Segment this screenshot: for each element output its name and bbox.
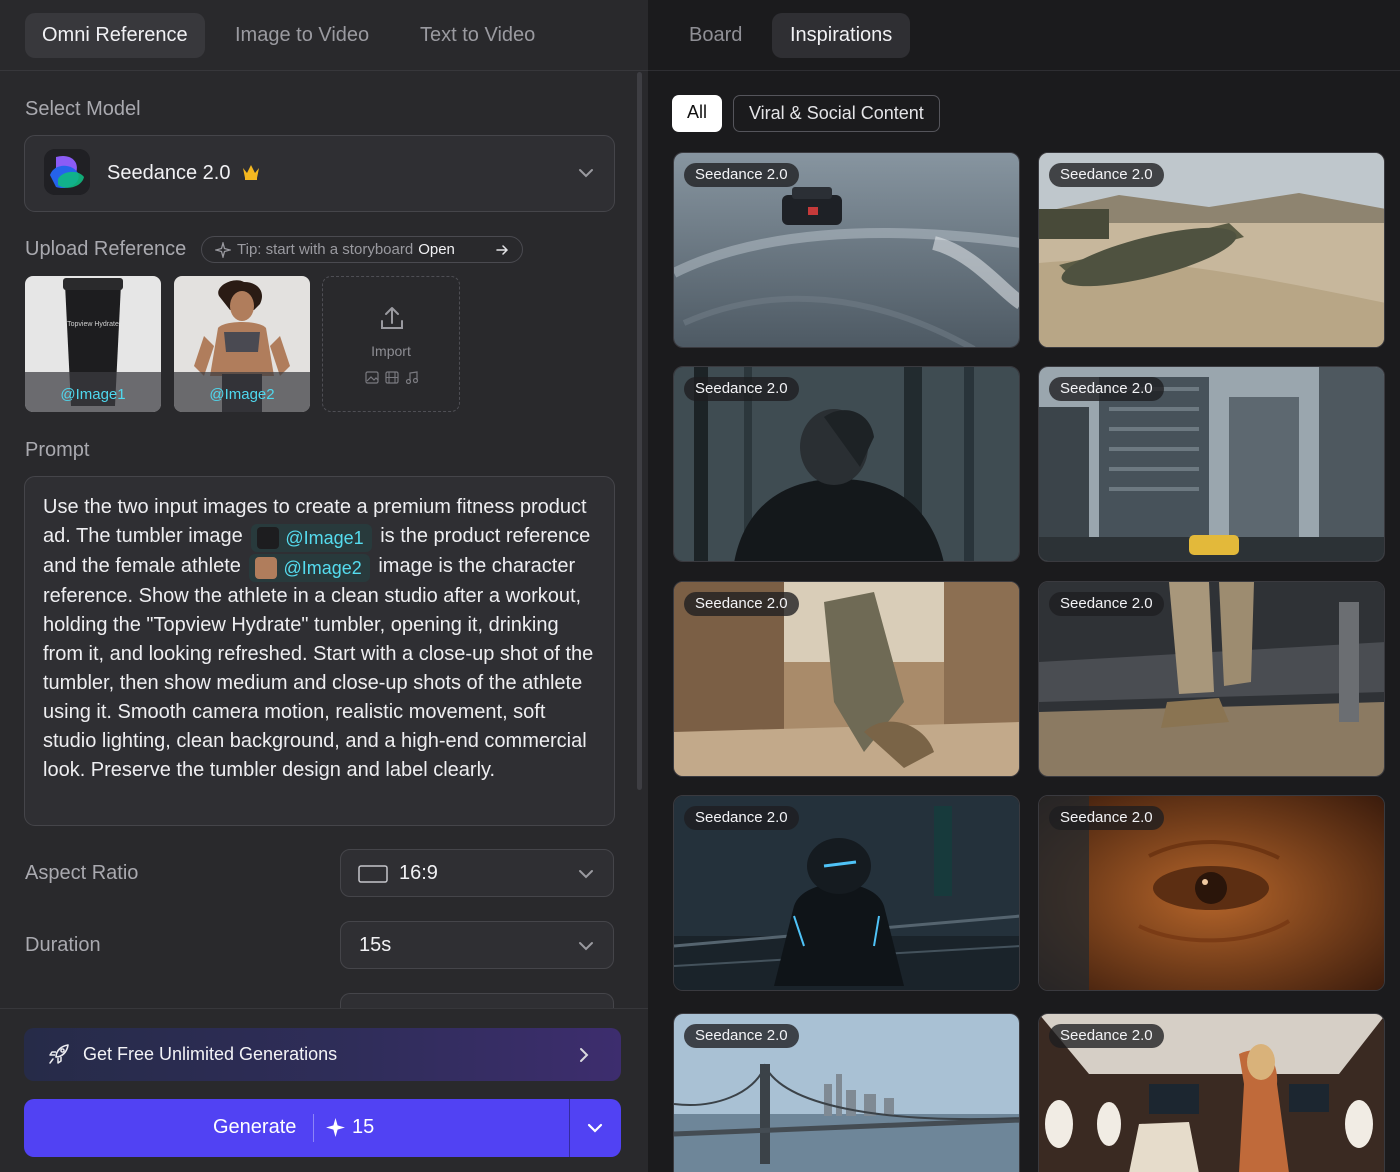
tumbler-label-text: Topview Hydrate: [67, 321, 119, 328]
mode-tabs: Omni Reference Image to Video Text to Vi…: [0, 0, 648, 71]
model-badge: Seedance 2.0: [684, 806, 799, 830]
model-badge: Seedance 2.0: [1049, 806, 1164, 830]
chevron-down-icon: [579, 169, 593, 178]
credit-sparkle-icon: [326, 1118, 345, 1137]
gallery-card[interactable]: Seedance 2.0: [673, 152, 1020, 348]
model-name: Seedance 2.0: [107, 162, 231, 184]
audio-type-icon: [405, 371, 419, 384]
tip-text: Tip: start with a storyboard: [237, 241, 414, 258]
scrollbar[interactable]: [637, 72, 642, 790]
prompt-text-3: image is the character reference. Show t…: [43, 555, 594, 781]
tumbler-mini-icon: [257, 527, 280, 549]
gallery-card[interactable]: Seedance 2.0: [673, 581, 1020, 777]
duration-label: Duration: [25, 934, 101, 956]
gallery-card[interactable]: Seedance 2.0: [1038, 152, 1385, 348]
model-badge: Seedance 2.0: [684, 377, 799, 401]
right-panel: Board Inspirations All Viral & Social Co…: [648, 0, 1400, 1172]
ratio-rectangle-icon: [358, 865, 388, 883]
model-badge: Seedance 2.0: [684, 592, 799, 616]
model-badge: Seedance 2.0: [1049, 377, 1164, 401]
model-badge: Seedance 2.0: [1049, 163, 1164, 187]
reference-image-1[interactable]: Topview Hydrate @Image1: [25, 276, 161, 412]
model-badge: Seedance 2.0: [684, 1024, 799, 1048]
tab-inspirations[interactable]: Inspirations: [772, 13, 911, 58]
free-generations-banner[interactable]: Get Free Unlimited Generations: [24, 1028, 621, 1081]
tab-image-to-video[interactable]: Image to Video: [218, 13, 386, 58]
arrow-right-icon: [496, 245, 509, 255]
gallery-card[interactable]: Seedance 2.0: [673, 795, 1020, 991]
athlete-mini-icon: [255, 557, 278, 579]
aspect-ratio-value: 16:9: [399, 862, 438, 884]
chevron-right-icon: [580, 1048, 589, 1062]
tab-board[interactable]: Board: [671, 13, 760, 58]
divider: [0, 1008, 648, 1009]
filter-viral-social[interactable]: Viral & Social Content: [733, 95, 940, 132]
generate-options-chevron-icon[interactable]: [587, 1123, 603, 1133]
upload-reference-label: Upload Reference: [25, 238, 187, 260]
rocket-icon: [49, 1044, 69, 1064]
filter-all[interactable]: All: [672, 95, 723, 132]
model-badge: Seedance 2.0: [1049, 592, 1164, 616]
crown-icon: [243, 165, 259, 180]
gallery-card[interactable]: Seedance 2.0: [1038, 795, 1385, 991]
video-type-icon: [385, 371, 399, 384]
image-type-icon: [365, 371, 379, 384]
aspect-ratio-select[interactable]: 16:9: [340, 849, 614, 897]
aspect-ratio-label: Aspect Ratio: [25, 862, 139, 884]
gallery-card[interactable]: Seedance 2.0: [673, 366, 1020, 562]
gallery-card[interactable]: Seedance 2.0: [1038, 366, 1385, 562]
model-dropdown[interactable]: Seedance 2.0: [24, 135, 615, 212]
chevron-down-icon: [579, 870, 593, 879]
duration-value: 15s: [359, 934, 392, 956]
storyboard-tip[interactable]: Tip: start with a storyboard Open: [201, 236, 523, 263]
model-badge: Seedance 2.0: [684, 163, 799, 187]
gallery-card[interactable]: Seedance 2.0: [1038, 1013, 1385, 1172]
sparkle-icon: [215, 242, 231, 258]
credits-count: 15: [352, 1116, 375, 1138]
seedance-logo-icon: [44, 149, 90, 195]
tab-text-to-video[interactable]: Text to Video: [403, 13, 552, 58]
image-2-tag: @Image2: [174, 372, 310, 412]
select-model-label: Select Model: [25, 98, 141, 120]
upload-icon: [381, 307, 403, 329]
duration-select[interactable]: 15s: [340, 921, 614, 969]
generate-label: Generate: [213, 1116, 297, 1138]
promo-text: Get Free Unlimited Generations: [83, 1044, 338, 1064]
reference-image-2[interactable]: @Image2: [174, 276, 310, 412]
divider: [313, 1114, 314, 1142]
image-2-mention-chip: @Image2: [249, 554, 370, 582]
gallery-card[interactable]: Seedance 2.0: [673, 1013, 1020, 1172]
prompt-label: Prompt: [25, 439, 90, 461]
model-badge: Seedance 2.0: [1049, 1024, 1164, 1048]
divider: [569, 1099, 570, 1157]
view-tabs: Board Inspirations: [648, 0, 1400, 71]
left-panel: Omni Reference Image to Video Text to Vi…: [0, 0, 648, 1172]
image-1-tag: @Image1: [25, 372, 161, 412]
chip-2-label: @Image2: [283, 558, 362, 578]
next-option-select[interactable]: [340, 993, 614, 1008]
tab-omni-reference[interactable]: Omni Reference: [25, 13, 205, 58]
tip-open-link[interactable]: Open: [418, 241, 455, 258]
image-1-mention-chip: @Image1: [251, 524, 372, 552]
import-button[interactable]: Import: [322, 276, 460, 412]
chevron-down-icon: [579, 942, 593, 951]
generate-button[interactable]: Generate 15: [24, 1099, 621, 1157]
chip-1-label: @Image1: [285, 528, 364, 548]
import-label: Import: [371, 343, 411, 359]
gallery-card[interactable]: Seedance 2.0: [1038, 581, 1385, 777]
prompt-textarea[interactable]: Use the two input images to create a pre…: [24, 476, 615, 826]
